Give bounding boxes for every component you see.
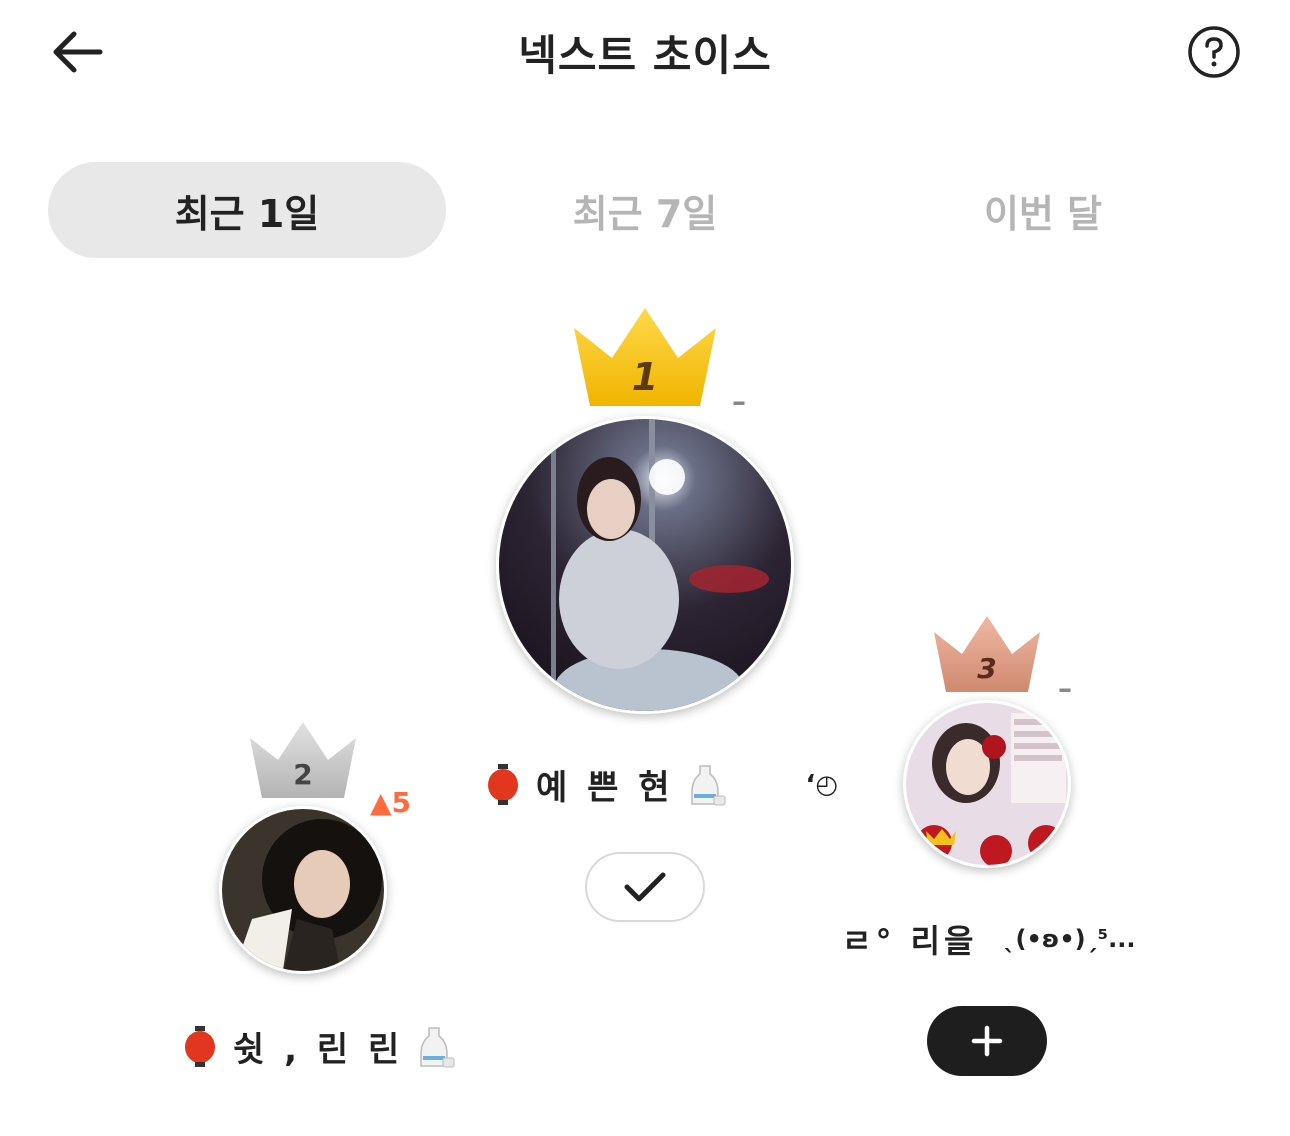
plus-icon <box>971 1025 1003 1057</box>
profile-photo <box>906 703 1068 865</box>
sake-icon <box>420 1026 455 1067</box>
tab-label: 최근 7일 <box>572 191 718 236</box>
rank-number: 2 <box>293 758 312 791</box>
question-circle-icon <box>1188 26 1240 78</box>
avatar-rank-3[interactable] <box>903 700 1071 868</box>
tab-this-month[interactable]: 이번 달 <box>844 162 1242 258</box>
sake-icon <box>690 764 726 805</box>
avatar-rank-2[interactable] <box>219 806 387 974</box>
nickname: 쉿 , 린 린 <box>233 1030 404 1070</box>
period-tabs: 최근 1일 최근 7일 이번 달 <box>48 162 1242 258</box>
rank-change: – <box>1058 672 1072 705</box>
avatar-rank-1[interactable] <box>496 416 794 714</box>
profile-photo <box>499 419 791 711</box>
page-title: 넥스트 초이스 <box>518 31 772 80</box>
rank-change: ▲5 <box>370 786 412 819</box>
top-bar: 넥스트 초이스 <box>0 0 1290 110</box>
nickname: ㄹ° 리을 <box>842 922 978 960</box>
gold-crown-icon: 1 <box>574 308 716 406</box>
profile-photo <box>222 809 384 971</box>
nickname: 예 쁜 현 <box>536 768 674 808</box>
nickname-suffix: ‘◴ <box>805 769 839 800</box>
tab-label: 최근 1일 <box>174 191 320 236</box>
bronze-crown-icon: 3 <box>934 616 1040 692</box>
name-rank-1[interactable]: 예 쁜 현 ‘◴ <box>486 760 838 809</box>
silver-crown-icon: 2 <box>250 722 356 798</box>
selected-button[interactable] <box>585 852 705 922</box>
rank-number: 1 <box>632 355 658 399</box>
tab-recent-1-day[interactable]: 최근 1일 <box>48 162 446 258</box>
lantern-icon <box>488 763 518 805</box>
tab-recent-7-days[interactable]: 최근 7일 <box>446 162 844 258</box>
name-rank-2[interactable]: 쉿 , 린 린 <box>183 1022 455 1071</box>
tab-label: 이번 달 <box>983 191 1103 236</box>
add-button[interactable] <box>927 1006 1047 1076</box>
lantern-icon <box>185 1025 215 1067</box>
check-icon <box>624 872 666 902</box>
rank-change: – <box>732 385 746 418</box>
nickname-suffix: ˎ(•ʚ•)ˏ⁵... <box>1003 925 1136 953</box>
rank-number: 3 <box>977 652 996 685</box>
name-rank-3[interactable]: ㄹ° 리을 ˎ(•ʚ•)ˏ⁵... <box>842 916 1136 962</box>
help-button[interactable] <box>1186 24 1242 80</box>
